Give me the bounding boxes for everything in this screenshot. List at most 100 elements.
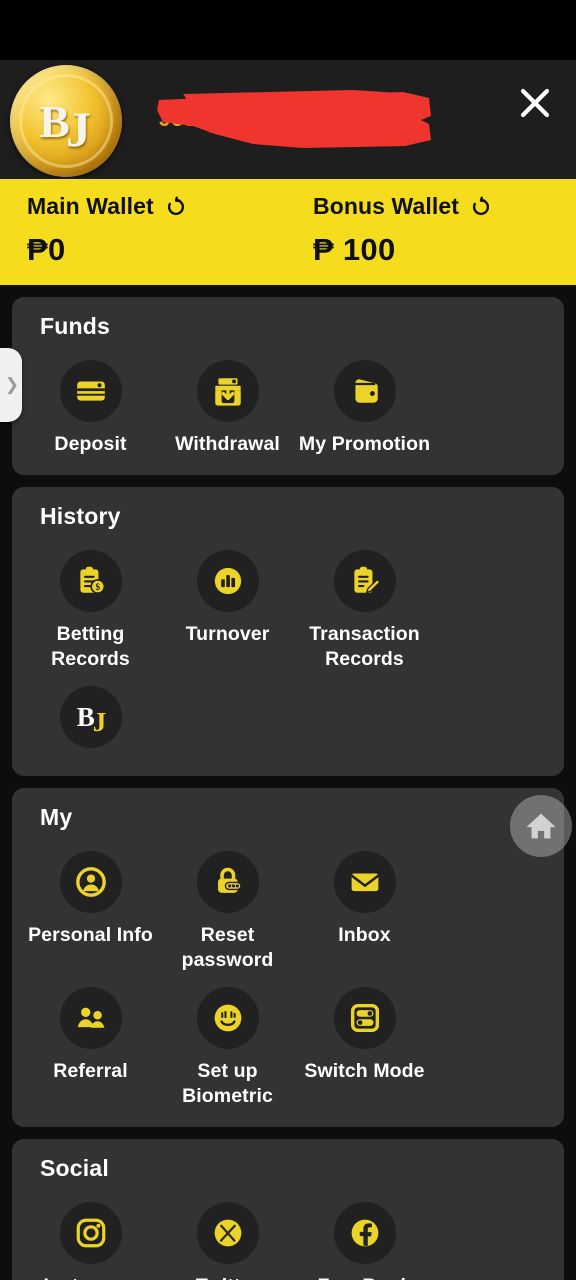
- tile-switch-mode[interactable]: Switch Mode: [296, 973, 433, 1109]
- transaction-records-icon-bg: [333, 550, 396, 612]
- close-button[interactable]: [512, 80, 558, 126]
- my-grid: Personal Info Reset password Inbox Refer…: [22, 837, 554, 1109]
- section-title-social: Social: [40, 1155, 109, 1181]
- tile-label-twitter: Twitter: [196, 1274, 259, 1280]
- main-wallet: Main Wallet ₱0: [0, 193, 288, 285]
- bj-logo-icon-bg: BJ: [59, 686, 122, 748]
- tile-transaction-records[interactable]: Transaction Records: [296, 536, 433, 672]
- tile-label-inbox: Inbox: [338, 924, 391, 946]
- funds-grid: Deposit Withdrawal My Promotion: [22, 346, 554, 457]
- withdrawal-icon-bg: [196, 360, 259, 422]
- tile-label-personal-info: Personal Info: [28, 924, 153, 946]
- svg-text:$: $: [95, 582, 100, 592]
- twitter-icon-bg: [196, 1202, 259, 1264]
- tile-my-promotion[interactable]: My Promotion: [296, 346, 433, 457]
- tile-set-up-biometric[interactable]: Set up Biometric: [159, 973, 296, 1109]
- clipboard-edit-icon: [353, 566, 381, 594]
- app-screen: BJ Josh████████████ Main Wallet ₱0 Bonus…: [0, 0, 576, 1280]
- tile-label-transaction-records: Transaction Records: [309, 623, 420, 670]
- bar-chart-coin-icon: [214, 567, 241, 595]
- section-funds: Funds Deposit Withdrawal My Promotion: [12, 297, 564, 475]
- refresh-icon[interactable]: [165, 195, 187, 218]
- tile-label-instagram: Instagram: [43, 1274, 137, 1280]
- betting-records-icon-bg: $: [59, 550, 122, 612]
- smiley-face-icon: [214, 1004, 241, 1032]
- promotion-icon-bg: [333, 360, 396, 422]
- username-text: Josh████████████: [159, 107, 392, 131]
- tile-label-betting-records: Betting Records: [51, 623, 130, 670]
- referral-icon-bg: [59, 987, 122, 1049]
- tile-turnover[interactable]: Turnover: [159, 536, 296, 672]
- section-social: Social Instagram: [12, 1139, 564, 1280]
- switch-mode-icon-bg: [333, 987, 396, 1049]
- status-bar: [0, 0, 576, 60]
- main-wallet-label: Main Wallet: [27, 193, 154, 219]
- tile-betting-records[interactable]: $ Betting Records: [22, 536, 159, 672]
- wallet-bar: Main Wallet ₱0 Bonus Wallet ₱ 100: [0, 179, 576, 285]
- section-title-funds: Funds: [40, 313, 110, 339]
- tile-instagram[interactable]: Instagram: [22, 1188, 159, 1280]
- people-group-icon: [77, 1007, 104, 1028]
- chevron-right-icon: ❯: [4, 375, 20, 394]
- tile-label-referral: Referral: [53, 1060, 128, 1082]
- tile-label-my-promotion: My Promotion: [298, 433, 431, 455]
- biometric-icon-bg: [196, 987, 259, 1049]
- tile-label-turnover: Turnover: [185, 623, 270, 645]
- tile-label-set-up-biometric: Set up Biometric: [182, 1060, 273, 1107]
- drawer-handle[interactable]: ❯: [0, 348, 22, 422]
- bonus-wallet: Bonus Wallet ₱ 100: [288, 193, 576, 285]
- facebook-icon-bg: [333, 1202, 396, 1264]
- tile-label-withdrawal: Withdrawal: [175, 433, 280, 455]
- envelope-icon: [350, 873, 379, 892]
- home-icon: [526, 813, 556, 839]
- tile-withdrawal[interactable]: Withdrawal: [159, 346, 296, 457]
- bonus-wallet-label: Bonus Wallet: [313, 193, 460, 219]
- bj-logo-icon: BJ: [76, 701, 106, 737]
- tile-bj-logo[interactable]: BJ: [22, 672, 159, 758]
- history-grid: $ Betting Records Turnover Transaction R…: [22, 536, 554, 758]
- profile-header: BJ Josh████████████: [0, 60, 576, 179]
- tile-twitter[interactable]: Twitter: [159, 1188, 296, 1280]
- tile-referral[interactable]: Referral: [22, 973, 159, 1109]
- reset-password-icon-bg: [196, 851, 259, 913]
- personal-info-icon-bg: [59, 851, 122, 913]
- user-circle-icon: [75, 867, 106, 897]
- tile-personal-info[interactable]: Personal Info: [22, 837, 159, 973]
- atm-withdraw-icon: [214, 378, 241, 406]
- tile-facebook[interactable]: FaceBook: [296, 1188, 433, 1280]
- inbox-icon-bg: [333, 851, 396, 913]
- facebook-icon: [351, 1219, 378, 1247]
- main-wallet-header: Main Wallet: [27, 193, 288, 220]
- tile-label-facebook: FaceBook: [318, 1274, 412, 1280]
- section-title-my: My: [40, 804, 73, 830]
- bj-coin-logo: BJ: [10, 64, 122, 177]
- bj-logo-text: BJ: [39, 95, 91, 157]
- padlock-dots-icon: [217, 867, 242, 893]
- bonus-wallet-amount: ₱ 100: [313, 232, 396, 267]
- floating-home-button[interactable]: [510, 795, 572, 857]
- credit-card-icon: [76, 381, 105, 401]
- instagram-icon: [76, 1218, 105, 1248]
- section-history: History $ Betting Records Turnover Trans…: [12, 487, 564, 776]
- toggle-switches-icon: [350, 1003, 379, 1033]
- main-wallet-amount: ₱0: [27, 232, 66, 267]
- twitter-x-icon: [214, 1219, 241, 1247]
- deposit-icon-bg: [59, 360, 122, 422]
- tile-label-switch-mode: Switch Mode: [304, 1060, 425, 1082]
- section-my: My Personal Info Reset password Inbox Re…: [12, 788, 564, 1127]
- social-grid: Instagram Twitter: [22, 1188, 554, 1280]
- tile-deposit[interactable]: Deposit: [22, 346, 159, 457]
- clipboard-money-icon: $: [79, 566, 105, 594]
- tile-reset-password[interactable]: Reset password: [159, 837, 296, 973]
- wallet-icon: [354, 379, 378, 403]
- tile-label-reset-password: Reset password: [181, 924, 274, 971]
- turnover-icon-bg: [196, 550, 259, 612]
- menu-content: Funds Deposit Withdrawal My Promotion Hi…: [0, 285, 576, 1280]
- section-title-history: History: [40, 503, 121, 529]
- bonus-wallet-header: Bonus Wallet: [313, 193, 576, 220]
- close-icon: [520, 88, 550, 118]
- instagram-icon-bg: [59, 1202, 122, 1264]
- tile-inbox[interactable]: Inbox: [296, 837, 433, 973]
- refresh-icon[interactable]: [470, 195, 492, 218]
- tile-label-deposit: Deposit: [54, 433, 127, 455]
